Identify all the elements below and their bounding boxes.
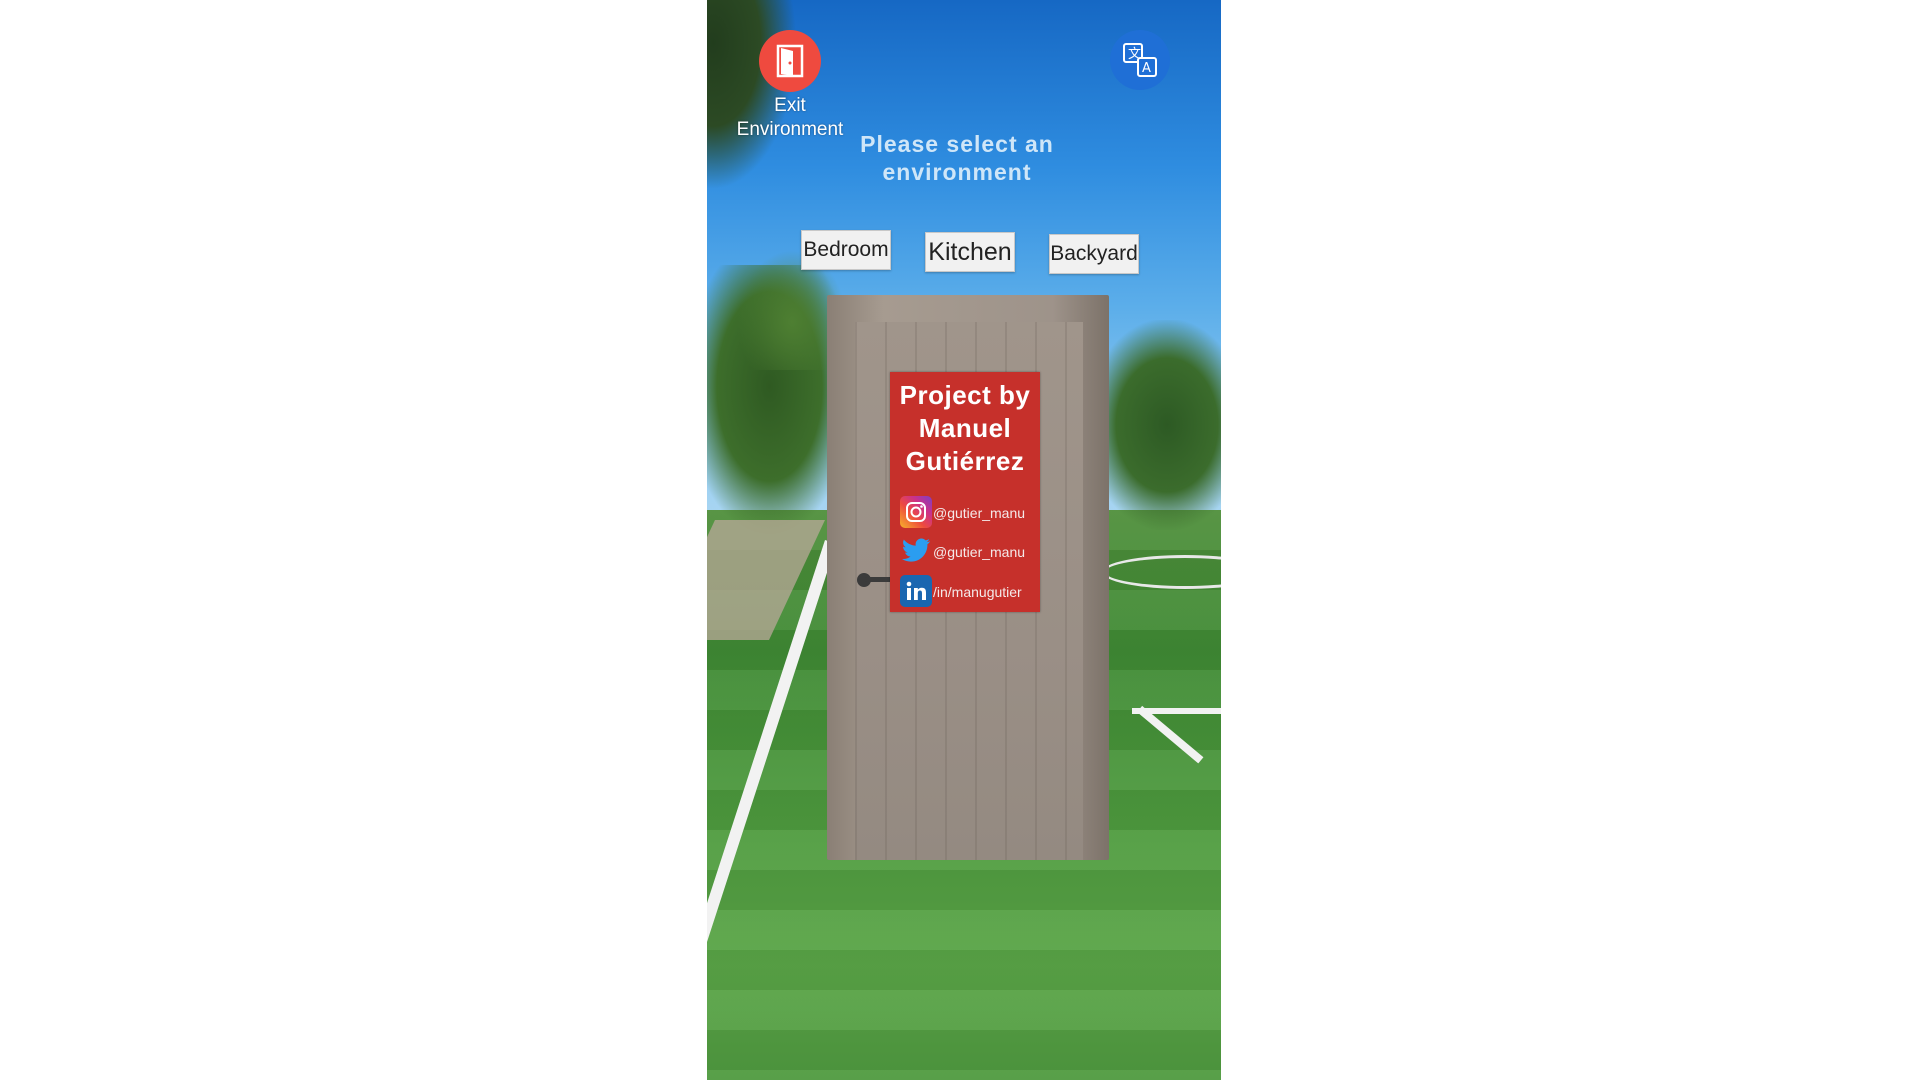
linkedin-handle: /in/manugutier — [933, 584, 1022, 600]
instagram-icon — [900, 496, 932, 528]
kitchen-button[interactable]: Kitchen — [925, 232, 1015, 272]
ar-viewport: Project by Manuel Gutiérrez @gutier_manu… — [707, 0, 1221, 1080]
bedroom-button[interactable]: Bedroom — [801, 230, 891, 270]
social-row-linkedin[interactable]: /in/manugutier — [900, 575, 1040, 607]
instagram-handle: @gutier_manu — [933, 505, 1026, 521]
translate-button[interactable]: 文 A — [1110, 30, 1170, 90]
door-exit-icon — [776, 44, 804, 78]
exit-environment-button[interactable] — [759, 30, 821, 92]
sign-title: Project by Manuel Gutiérrez — [899, 380, 1031, 476]
project-sign: Project by Manuel Gutiérrez @gutier_manu… — [890, 372, 1040, 612]
environment-prompt: Please select an environment — [860, 131, 1054, 185]
svg-text:A: A — [1142, 61, 1151, 76]
exit-label-text: Exit Environment — [736, 95, 844, 140]
twitter-handle: @gutier_manu — [933, 544, 1026, 560]
translate-icon: 文 A — [1123, 43, 1157, 77]
twitter-icon — [900, 535, 932, 567]
social-row-twitter[interactable]: @gutier_manu — [900, 535, 1040, 567]
social-row-instagram[interactable]: @gutier_manu — [900, 496, 1040, 528]
backyard-button[interactable]: Backyard — [1049, 234, 1139, 274]
linkedin-icon — [900, 575, 932, 607]
